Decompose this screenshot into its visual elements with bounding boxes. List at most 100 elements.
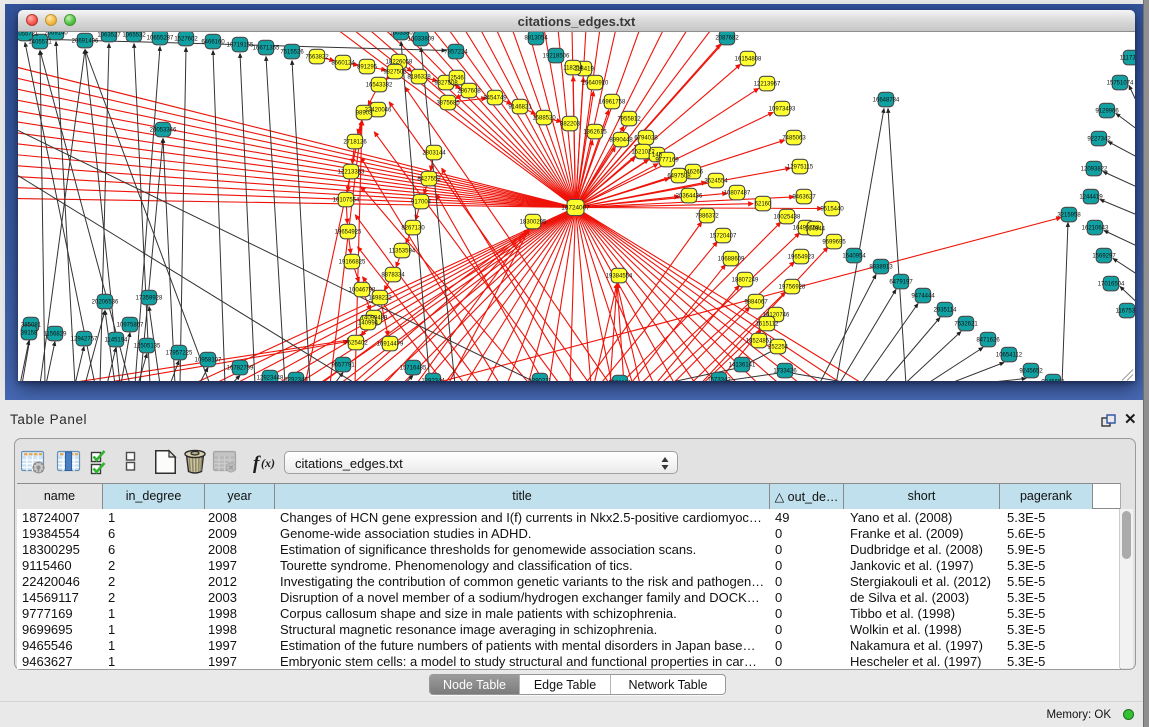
svg-text:1569297: 1569297 [1092, 254, 1116, 260]
svg-text:1733426: 1733426 [773, 369, 797, 375]
svg-text:118254: 118254 [563, 66, 583, 72]
svg-text:8813054: 8813054 [524, 36, 548, 42]
svg-text:8990448: 8990448 [609, 138, 633, 144]
svg-text:12505135: 12505135 [134, 344, 161, 350]
svg-text:252254: 252254 [768, 345, 789, 351]
svg-text:12213383: 12213383 [338, 170, 365, 176]
svg-text:10025438: 10025438 [774, 215, 801, 221]
svg-text:20691406: 20691406 [72, 39, 99, 45]
svg-text:10655287: 10655287 [147, 36, 174, 42]
svg-text:1065532: 1065532 [122, 33, 146, 39]
svg-text:8878334: 8878334 [381, 273, 405, 279]
svg-text:9463627: 9463627 [792, 195, 816, 201]
svg-text:1615112: 1615112 [756, 322, 780, 328]
svg-text:1156829: 1156829 [44, 332, 68, 338]
svg-text:19055721: 19055721 [18, 32, 39, 38]
svg-text:14136141: 14136141 [729, 363, 756, 369]
svg-text:18807249: 18807249 [732, 278, 759, 284]
svg-text:891295: 891295 [357, 65, 378, 71]
svg-text:1292344: 1292344 [421, 379, 445, 382]
svg-text:16648784: 16648784 [873, 98, 900, 104]
svg-text:8660124: 8660124 [331, 61, 355, 67]
svg-text:18226058: 18226058 [386, 60, 413, 66]
svg-text:7485063: 7485063 [782, 136, 806, 142]
svg-text:98903: 98903 [356, 111, 373, 117]
svg-text:1167533: 1167533 [1116, 309, 1135, 315]
svg-text:8938913: 8938913 [869, 265, 893, 271]
svg-text:15751074: 15751074 [1107, 81, 1134, 87]
svg-text:17359928: 17359928 [136, 296, 163, 302]
svg-text:2546: 2546 [450, 76, 464, 82]
svg-text:12975115: 12975115 [787, 165, 814, 171]
svg-text:8186328: 8186328 [407, 75, 431, 81]
svg-text:7857224: 7857224 [444, 50, 468, 56]
svg-text:16782759: 16782759 [227, 366, 254, 372]
svg-text:9129966: 9129966 [1095, 109, 1119, 115]
svg-text:1117304: 1117304 [1120, 56, 1135, 62]
svg-text:6466160: 6466160 [201, 40, 225, 46]
svg-text:12093822: 12093822 [1081, 167, 1108, 173]
svg-text:1063527: 1063527 [97, 33, 121, 39]
svg-text:11353594: 11353594 [389, 249, 416, 255]
svg-text:15716485: 15716485 [400, 366, 427, 372]
svg-text:1145194: 1145194 [105, 338, 129, 344]
svg-text:7625402: 7625402 [344, 341, 368, 347]
svg-text:20364436: 20364436 [676, 194, 703, 200]
svg-text:12923448: 12923448 [257, 376, 284, 382]
svg-text:9827503: 9827503 [383, 70, 407, 76]
svg-text:2718126: 2718126 [343, 140, 367, 146]
svg-text:9777169: 9777169 [655, 158, 679, 164]
svg-text:6479197: 6479197 [889, 280, 913, 286]
svg-text:164944: 164944 [805, 227, 826, 233]
svg-text:2087682: 2087682 [715, 36, 739, 42]
svg-text:882203: 882203 [560, 122, 581, 128]
svg-text:7663822: 7663822 [305, 55, 329, 61]
svg-text:7632621: 7632621 [954, 322, 978, 328]
svg-text:9227342: 9227342 [1087, 137, 1111, 143]
svg-text:18300295: 18300295 [520, 220, 547, 226]
svg-text:10107554: 10107554 [333, 198, 360, 204]
svg-text:19218506: 19218506 [543, 54, 570, 60]
svg-text:9245651: 9245651 [1041, 380, 1065, 382]
svg-text:9245652: 9245652 [1019, 369, 1043, 375]
svg-text:10958107: 10958107 [195, 358, 222, 364]
svg-text:19756928: 19756928 [779, 285, 806, 291]
svg-text:1390211: 1390211 [529, 379, 553, 382]
svg-text:19384554: 19384554 [606, 274, 633, 280]
svg-text:18724007: 18724007 [561, 205, 590, 212]
svg-text:19654925: 19654925 [335, 230, 362, 236]
svg-text:16914479: 16914479 [377, 342, 404, 348]
svg-text:9657791: 9657791 [331, 363, 355, 369]
svg-text:10719155: 10719155 [227, 43, 254, 49]
svg-text:10654112: 10654112 [996, 353, 1023, 359]
svg-text:2867608: 2867608 [457, 89, 481, 95]
svg-text:10046798: 10046798 [349, 288, 376, 294]
svg-text:16120746: 16120746 [763, 313, 790, 319]
svg-text:1292345: 1292345 [284, 378, 308, 382]
svg-text:16961758: 16961758 [599, 100, 626, 106]
svg-text:39158: 39158 [21, 331, 38, 337]
svg-text:10688609: 10688609 [718, 257, 745, 263]
svg-text:10973493: 10973493 [769, 107, 796, 113]
svg-text:1640954: 1640954 [842, 254, 866, 260]
svg-text:6497508: 6497508 [667, 174, 691, 180]
svg-text:7515526: 7515526 [280, 50, 304, 56]
svg-text:8471626: 8471626 [976, 338, 1000, 344]
svg-text:f: f [253, 453, 261, 474]
svg-text:12213967: 12213967 [754, 82, 781, 88]
svg-text:2803144: 2803144 [422, 151, 446, 157]
svg-text:9146821: 9146821 [508, 105, 532, 111]
svg-text:10807487: 10807487 [724, 191, 751, 197]
svg-text:15720407: 15720407 [710, 234, 737, 240]
svg-text:15640910: 15640910 [582, 81, 609, 87]
svg-text:(x): (x) [261, 456, 275, 470]
svg-text:16154808: 16154808 [735, 57, 762, 63]
svg-text:3215958: 3215958 [1057, 213, 1081, 219]
svg-text:1527602: 1527602 [174, 37, 198, 43]
svg-text:19654923: 19654923 [788, 255, 815, 261]
svg-text:16210643: 16210643 [1082, 226, 1109, 232]
svg-text:1362615: 1362615 [583, 130, 607, 136]
svg-text:917004: 917004 [411, 200, 432, 206]
svg-text:1588520: 1588520 [532, 116, 556, 122]
svg-text:8267130: 8267130 [401, 226, 425, 232]
